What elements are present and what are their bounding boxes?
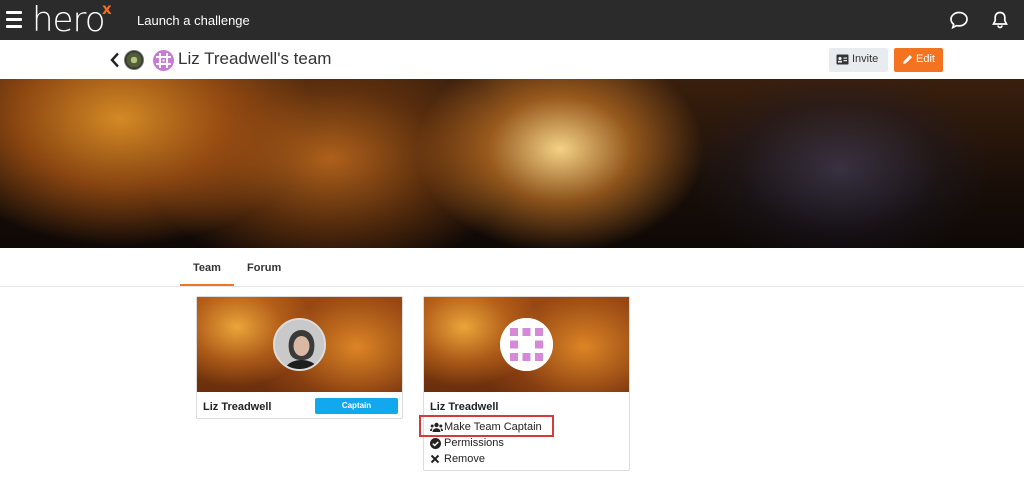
member-card: Liz Treadwell Make Team Captain Permissi…: [423, 296, 630, 471]
invite-button[interactable]: Invite: [829, 48, 888, 72]
id-card-icon: [836, 54, 849, 65]
team-avatar[interactable]: [124, 50, 144, 70]
permissions-label: Permissions: [444, 437, 504, 449]
top-nav-bar: hero x Launch a challenge: [0, 0, 1024, 40]
team-header: Liz Treadwell's team Invite Edit: [0, 40, 1024, 79]
permissions-action[interactable]: Permissions: [430, 437, 520, 451]
team-logo-icon: [153, 50, 174, 71]
team-name-title: Liz Treadwell's team: [178, 49, 332, 68]
active-tab-indicator: [180, 284, 234, 286]
back-chevron-icon[interactable]: [110, 52, 120, 68]
member-avatar[interactable]: [500, 318, 553, 371]
chat-icon[interactable]: [949, 10, 969, 30]
captain-badge: Captain: [315, 398, 398, 414]
launch-challenge-link[interactable]: Launch a challenge: [137, 13, 250, 28]
member-name[interactable]: Liz Treadwell: [203, 401, 271, 413]
logo-text: hero: [32, 0, 105, 40]
tab-forum[interactable]: Forum: [247, 262, 281, 274]
edit-label: Edit: [916, 53, 935, 65]
check-circle-icon: [430, 438, 441, 449]
close-icon: [430, 454, 440, 464]
team-tabs: Team Forum: [0, 248, 1024, 287]
bell-icon[interactable]: [990, 10, 1010, 30]
member-card: Liz Treadwell Captain: [196, 296, 403, 419]
logo-accent: x: [102, 0, 112, 18]
member-avatar[interactable]: [273, 318, 326, 371]
remove-action[interactable]: Remove: [430, 453, 500, 467]
tab-team[interactable]: Team: [193, 262, 221, 274]
member-name[interactable]: Liz Treadwell: [430, 401, 498, 413]
highlight-box: [419, 415, 554, 437]
pencil-icon: [903, 55, 912, 64]
menu-icon[interactable]: [6, 11, 22, 29]
invite-label: Invite: [852, 53, 879, 65]
team-banner-image: [0, 79, 1024, 248]
remove-label: Remove: [444, 453, 485, 465]
edit-button[interactable]: Edit: [894, 48, 943, 72]
